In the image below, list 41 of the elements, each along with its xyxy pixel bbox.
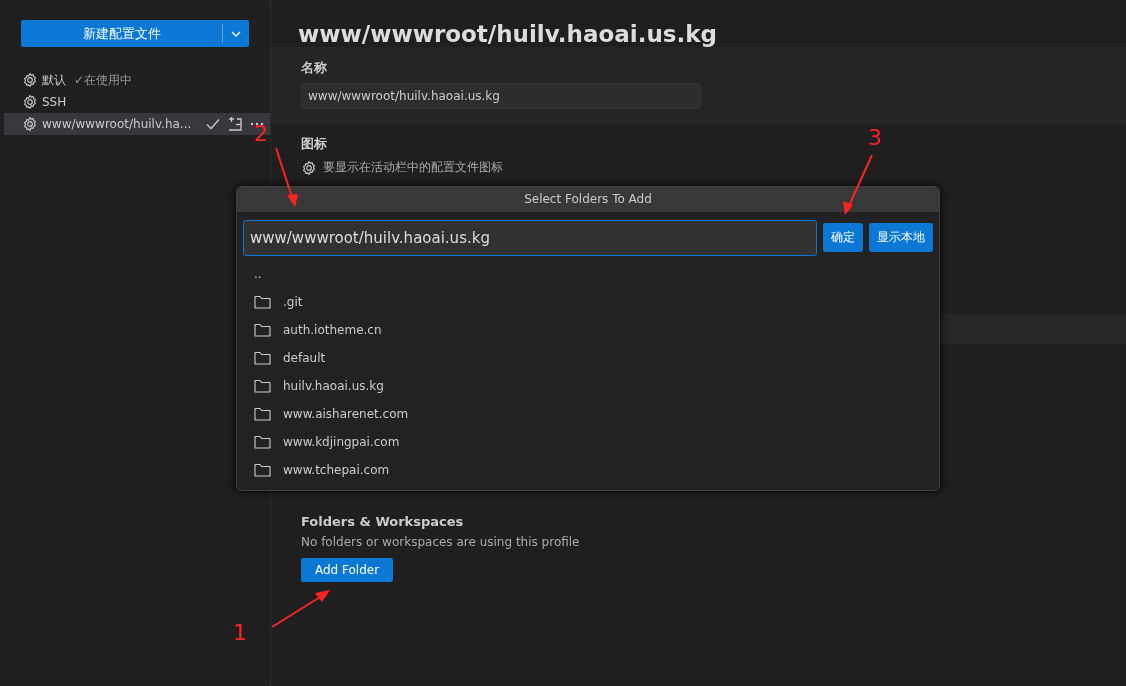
folder-list-item[interactable]: huilv.haoai.us.kg bbox=[237, 372, 939, 400]
section-label: 图标 bbox=[301, 135, 327, 153]
annotation-arrow bbox=[843, 154, 873, 215]
annotation-number: 3 bbox=[868, 125, 882, 150]
folder-icon bbox=[254, 435, 271, 449]
gear-icon bbox=[22, 116, 38, 132]
add-folder-button[interactable]: Add Folder bbox=[301, 558, 394, 582]
section-label: 名称 bbox=[301, 59, 327, 77]
folder-list-item[interactable]: auth.iotheme.cn bbox=[237, 316, 939, 344]
folder-list-item[interactable]: www.tchepai.com bbox=[237, 456, 939, 484]
path-input-field[interactable]: www/wwwroot/huilv.haoai.us.kg bbox=[243, 220, 817, 256]
profile-item[interactable]: 默认 ✓在使用中 bbox=[0, 69, 270, 91]
section-label: Folders & Workspaces bbox=[301, 514, 464, 529]
folder-icon bbox=[254, 407, 271, 421]
folder-icon bbox=[254, 323, 271, 337]
annotation-arrow bbox=[271, 590, 330, 628]
new-window-icon bbox=[227, 116, 244, 132]
gear-icon bbox=[22, 72, 38, 88]
gear-icon bbox=[22, 94, 38, 110]
folder-list-item[interactable]: .git bbox=[237, 288, 939, 316]
annotation-arrow bbox=[275, 147, 298, 207]
dialog-button[interactable]: 显示本地 bbox=[869, 223, 933, 252]
new-profile-button[interactable]: 新建配置文件 bbox=[21, 20, 249, 47]
page-title: www/wwwroot/huilv.haoai.us.kg bbox=[297, 20, 718, 47]
folder-icon bbox=[254, 351, 271, 365]
profile-item[interactable]: SSH bbox=[0, 91, 270, 113]
folder-list-item[interactable]: .. bbox=[237, 260, 939, 288]
section-description: No folders or workspaces are using this profile bbox=[301, 535, 580, 549]
name-field[interactable]: www/wwwroot/huilv.haoai.us.kg bbox=[301, 83, 701, 109]
dialog-button[interactable]: 确定 bbox=[823, 223, 863, 252]
folder-list-item[interactable]: www.kdjingpai.com bbox=[237, 428, 939, 456]
folder-icon bbox=[254, 463, 271, 477]
annotation-number: 1 bbox=[233, 620, 247, 645]
folder-icon bbox=[254, 379, 271, 393]
dialog-title: Select Folders To Add bbox=[237, 187, 939, 212]
folder-list-item[interactable]: www.aisharenet.com bbox=[237, 400, 939, 428]
checkmark-icon bbox=[205, 116, 222, 132]
section-description: 要显示在活动栏中的配置文件图标 bbox=[323, 159, 503, 176]
folder-icon bbox=[254, 295, 271, 309]
folder-list-item[interactable]: default bbox=[237, 344, 939, 372]
gear-icon bbox=[301, 159, 317, 176]
